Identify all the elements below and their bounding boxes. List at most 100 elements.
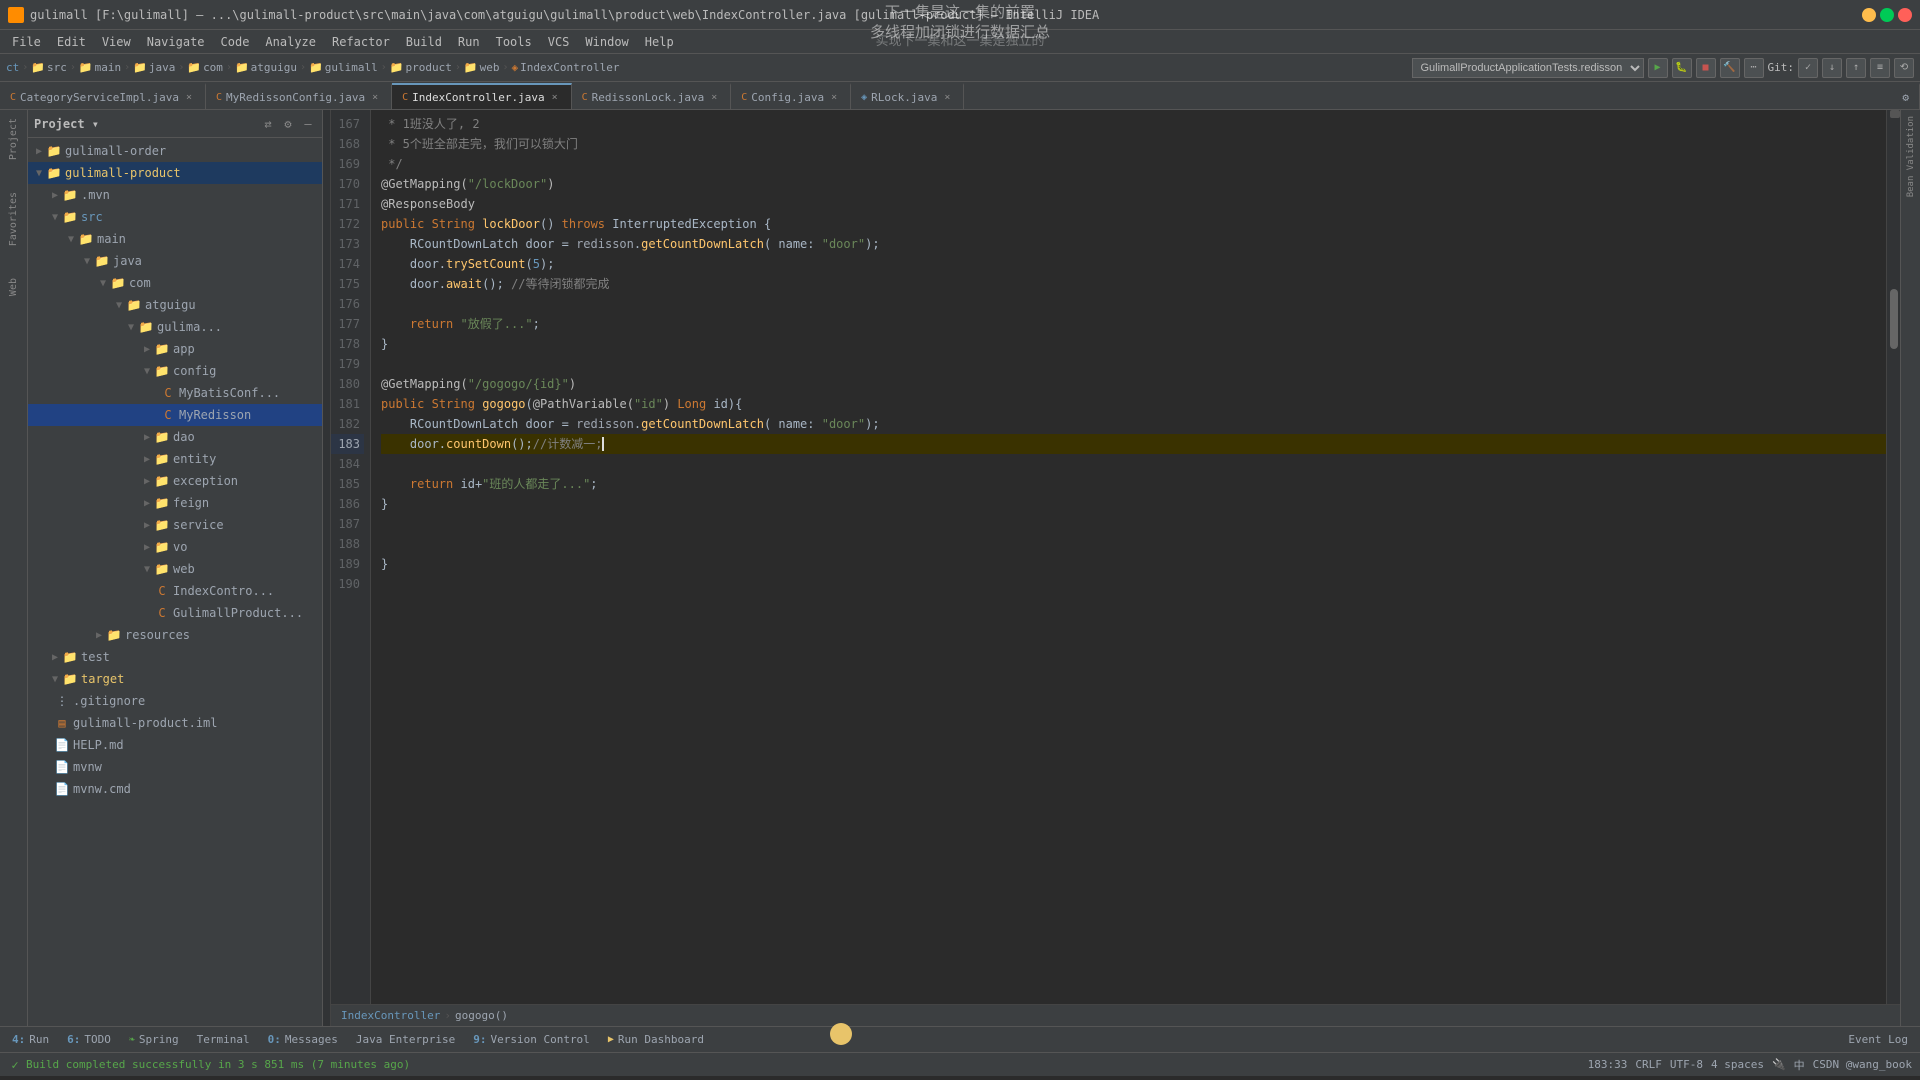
tree-atguigu[interactable]: ▼ 📁 atguigu xyxy=(28,294,322,316)
menu-build[interactable]: Build xyxy=(398,33,450,51)
tree-exception[interactable]: ▶ 📁 exception xyxy=(28,470,322,492)
strip-web[interactable]: Web xyxy=(6,274,21,300)
menu-vcs[interactable]: VCS xyxy=(540,33,578,51)
tree-target[interactable]: ▼ 📁 target xyxy=(28,668,322,690)
nav-src[interactable]: 📁src xyxy=(31,61,67,74)
tree-app[interactable]: ▶ 📁 app xyxy=(28,338,322,360)
nav-indexcontroller[interactable]: ◈IndexController xyxy=(511,61,619,74)
tree-resources[interactable]: ▶ 📁 resources xyxy=(28,624,322,646)
tree-mvnwcmd[interactable]: 📄 mvnw.cmd xyxy=(28,778,322,800)
menu-run[interactable]: Run xyxy=(450,33,488,51)
git-history[interactable]: ⟲ xyxy=(1894,58,1914,78)
tab-close-indexcontroller[interactable]: × xyxy=(549,91,561,103)
status-position[interactable]: 183:33 xyxy=(1588,1058,1628,1071)
tab-indexcontroller[interactable]: C IndexController.java × xyxy=(392,83,571,109)
bottom-tab-todo[interactable]: 6: TODO xyxy=(59,1029,119,1051)
tree-com[interactable]: ▼ 📁 com xyxy=(28,272,322,294)
tab-config[interactable]: C Config.java × xyxy=(731,83,851,109)
tab-redissonlock[interactable]: C RedissonLock.java × xyxy=(572,83,732,109)
tree-indexcontro[interactable]: C IndexContro... xyxy=(28,580,322,602)
stop-button[interactable]: ■ xyxy=(1696,58,1716,78)
tree-web[interactable]: ▼ 📁 web xyxy=(28,558,322,580)
menu-tools[interactable]: Tools xyxy=(488,33,540,51)
run-button[interactable]: ▶ xyxy=(1648,58,1668,78)
bottom-tab-terminal[interactable]: Terminal xyxy=(189,1029,258,1051)
more-run-btn[interactable]: ⋯ xyxy=(1744,58,1764,78)
menu-analyze[interactable]: Analyze xyxy=(257,33,324,51)
nav-java[interactable]: 📁java xyxy=(133,61,175,74)
bottom-tab-eventlog[interactable]: Event Log xyxy=(1840,1029,1916,1051)
nav-main[interactable]: 📁main xyxy=(79,61,121,74)
tree-mvnw[interactable]: 📄 mvnw xyxy=(28,756,322,778)
code-content[interactable]: * 1班没人了, 2 * 5个班全部走完，我们可以锁大门 */ @GetMapp… xyxy=(371,110,1886,1004)
tab-settings-gear[interactable]: ⚙ xyxy=(1892,83,1920,109)
tree-feign[interactable]: ▶ 📁 feign xyxy=(28,492,322,514)
git-push[interactable]: ↑ xyxy=(1846,58,1866,78)
bottom-tab-messages[interactable]: 0: Messages xyxy=(260,1029,346,1051)
bottom-tab-run[interactable]: 4: Run xyxy=(4,1029,57,1051)
bottom-tab-javaenterprise[interactable]: Java Enterprise xyxy=(348,1029,463,1051)
git-check[interactable]: ✓ xyxy=(1798,58,1818,78)
menu-code[interactable]: Code xyxy=(213,33,258,51)
nav-product[interactable]: 📁product xyxy=(390,61,452,74)
tab-close-config[interactable]: × xyxy=(828,91,840,103)
sidebar-collapse-btn[interactable]: — xyxy=(300,116,316,132)
window-controls[interactable] xyxy=(1862,8,1912,22)
bottom-tab-versioncontrol[interactable]: 9: Version Control xyxy=(465,1029,598,1051)
tab-close-myredissonconfig[interactable]: × xyxy=(369,91,381,103)
tree-mybatisconf[interactable]: C MyBatisConf... xyxy=(28,382,322,404)
status-indent[interactable]: 4 spaces xyxy=(1711,1058,1764,1071)
menu-file[interactable]: File xyxy=(4,33,49,51)
tree-vo[interactable]: ▶ 📁 vo xyxy=(28,536,322,558)
bottom-tab-rundashboard[interactable]: ▶ Run Dashboard xyxy=(600,1029,712,1051)
strip-favorites[interactable]: Favorites xyxy=(6,188,21,250)
debug-button[interactable]: 🐛 xyxy=(1672,58,1692,78)
right-scrollbar[interactable] xyxy=(1886,110,1900,1004)
tree-gulimallproduct[interactable]: C GulimallProduct... xyxy=(28,602,322,624)
sidebar-gear-btn[interactable]: ⚙ xyxy=(280,116,296,132)
sidebar-sync-btn[interactable]: ⇄ xyxy=(260,116,276,132)
minimize-button[interactable] xyxy=(1862,8,1876,22)
code-area[interactable]: 167 168 169 170 171 172 173 174 175 176 … xyxy=(331,110,1900,1004)
nav-atguigu[interactable]: 📁atguigu xyxy=(235,61,297,74)
tree-config[interactable]: ▼ 📁 config xyxy=(28,360,322,382)
git-update[interactable]: ↓ xyxy=(1822,58,1842,78)
nav-ct[interactable]: ct xyxy=(6,61,19,74)
tree-java[interactable]: ▼ 📁 java xyxy=(28,250,322,272)
strip-project[interactable]: Project xyxy=(6,114,21,164)
status-encoding[interactable]: UTF-8 xyxy=(1670,1058,1703,1071)
tab-myredissonconfig[interactable]: C MyRedissonConfig.java × xyxy=(206,83,392,109)
tab-rlock[interactable]: ◈ RLock.java × xyxy=(851,83,964,109)
tree-gulima[interactable]: ▼ 📁 gulima... xyxy=(28,316,322,338)
nav-web[interactable]: 📁web xyxy=(464,61,500,74)
tree-service[interactable]: ▶ 📁 service xyxy=(28,514,322,536)
build-button[interactable]: 🔨 xyxy=(1720,58,1740,78)
tree-gitignore[interactable]: ⋮ .gitignore xyxy=(28,690,322,712)
menu-help[interactable]: Help xyxy=(637,33,682,51)
tree-mvn[interactable]: ▶ 📁 .mvn xyxy=(28,184,322,206)
close-button[interactable] xyxy=(1898,8,1912,22)
right-strip-label1[interactable]: Bean Validation xyxy=(1904,114,1918,199)
tree-dao[interactable]: ▶ 📁 dao xyxy=(28,426,322,448)
status-line-ending[interactable]: CRLF xyxy=(1635,1058,1662,1071)
maximize-button[interactable] xyxy=(1880,8,1894,22)
menu-edit[interactable]: Edit xyxy=(49,33,94,51)
tree-gulimall-order[interactable]: ▶ 📁 gulimall-order xyxy=(28,140,322,162)
bottom-tab-spring[interactable]: ❧ Spring xyxy=(121,1029,187,1051)
run-config-select[interactable]: GulimallProductApplicationTests.redisson xyxy=(1412,58,1644,78)
menu-window[interactable]: Window xyxy=(577,33,636,51)
menu-navigate[interactable]: Navigate xyxy=(139,33,213,51)
tab-close-rlock[interactable]: × xyxy=(941,91,953,103)
tree-entity[interactable]: ▶ 📁 entity xyxy=(28,448,322,470)
nav-com[interactable]: 📁com xyxy=(187,61,223,74)
menu-view[interactable]: View xyxy=(94,33,139,51)
tab-categoryserviceimpl[interactable]: C CategoryServiceImpl.java × xyxy=(0,83,206,109)
tree-helpmd[interactable]: 📄 HELP.md xyxy=(28,734,322,756)
tab-close-categoryserviceimpl[interactable]: × xyxy=(183,91,195,103)
git-stash[interactable]: ≡ xyxy=(1870,58,1890,78)
tree-iml[interactable]: ▤ gulimall-product.iml xyxy=(28,712,322,734)
tree-test[interactable]: ▶ 📁 test xyxy=(28,646,322,668)
tab-close-redissonlock[interactable]: × xyxy=(708,91,720,103)
tree-gulimall-product[interactable]: ▼ 📁 gulimall-product xyxy=(28,162,322,184)
menu-refactor[interactable]: Refactor xyxy=(324,33,398,51)
